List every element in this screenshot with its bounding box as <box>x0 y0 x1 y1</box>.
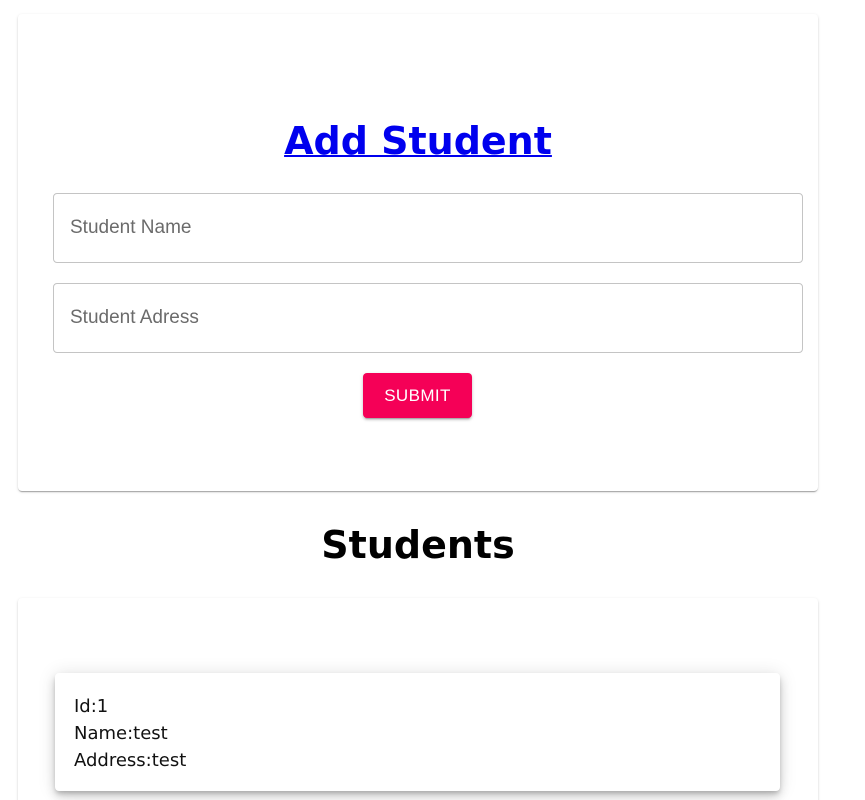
student-address: Address:test <box>74 750 187 771</box>
add-student-card: Add Student SUBMIT <box>18 14 818 491</box>
student-name-input[interactable] <box>53 193 803 263</box>
student-id: Id:1 <box>74 696 109 717</box>
page: Add Student SUBMIT Students Id:1 Name:te… <box>0 0 865 800</box>
student-address-input[interactable] <box>53 283 803 353</box>
student-name: Name:test <box>74 723 168 744</box>
students-heading: Students <box>321 523 515 567</box>
add-student-link[interactable]: Add Student <box>284 119 552 163</box>
students-list-card: Id:1 Name:test Address:test <box>18 598 818 800</box>
add-student-heading: Add Student <box>18 122 818 160</box>
student-list-item: Id:1 Name:test Address:test <box>55 673 780 791</box>
submit-button[interactable]: SUBMIT <box>363 373 472 418</box>
